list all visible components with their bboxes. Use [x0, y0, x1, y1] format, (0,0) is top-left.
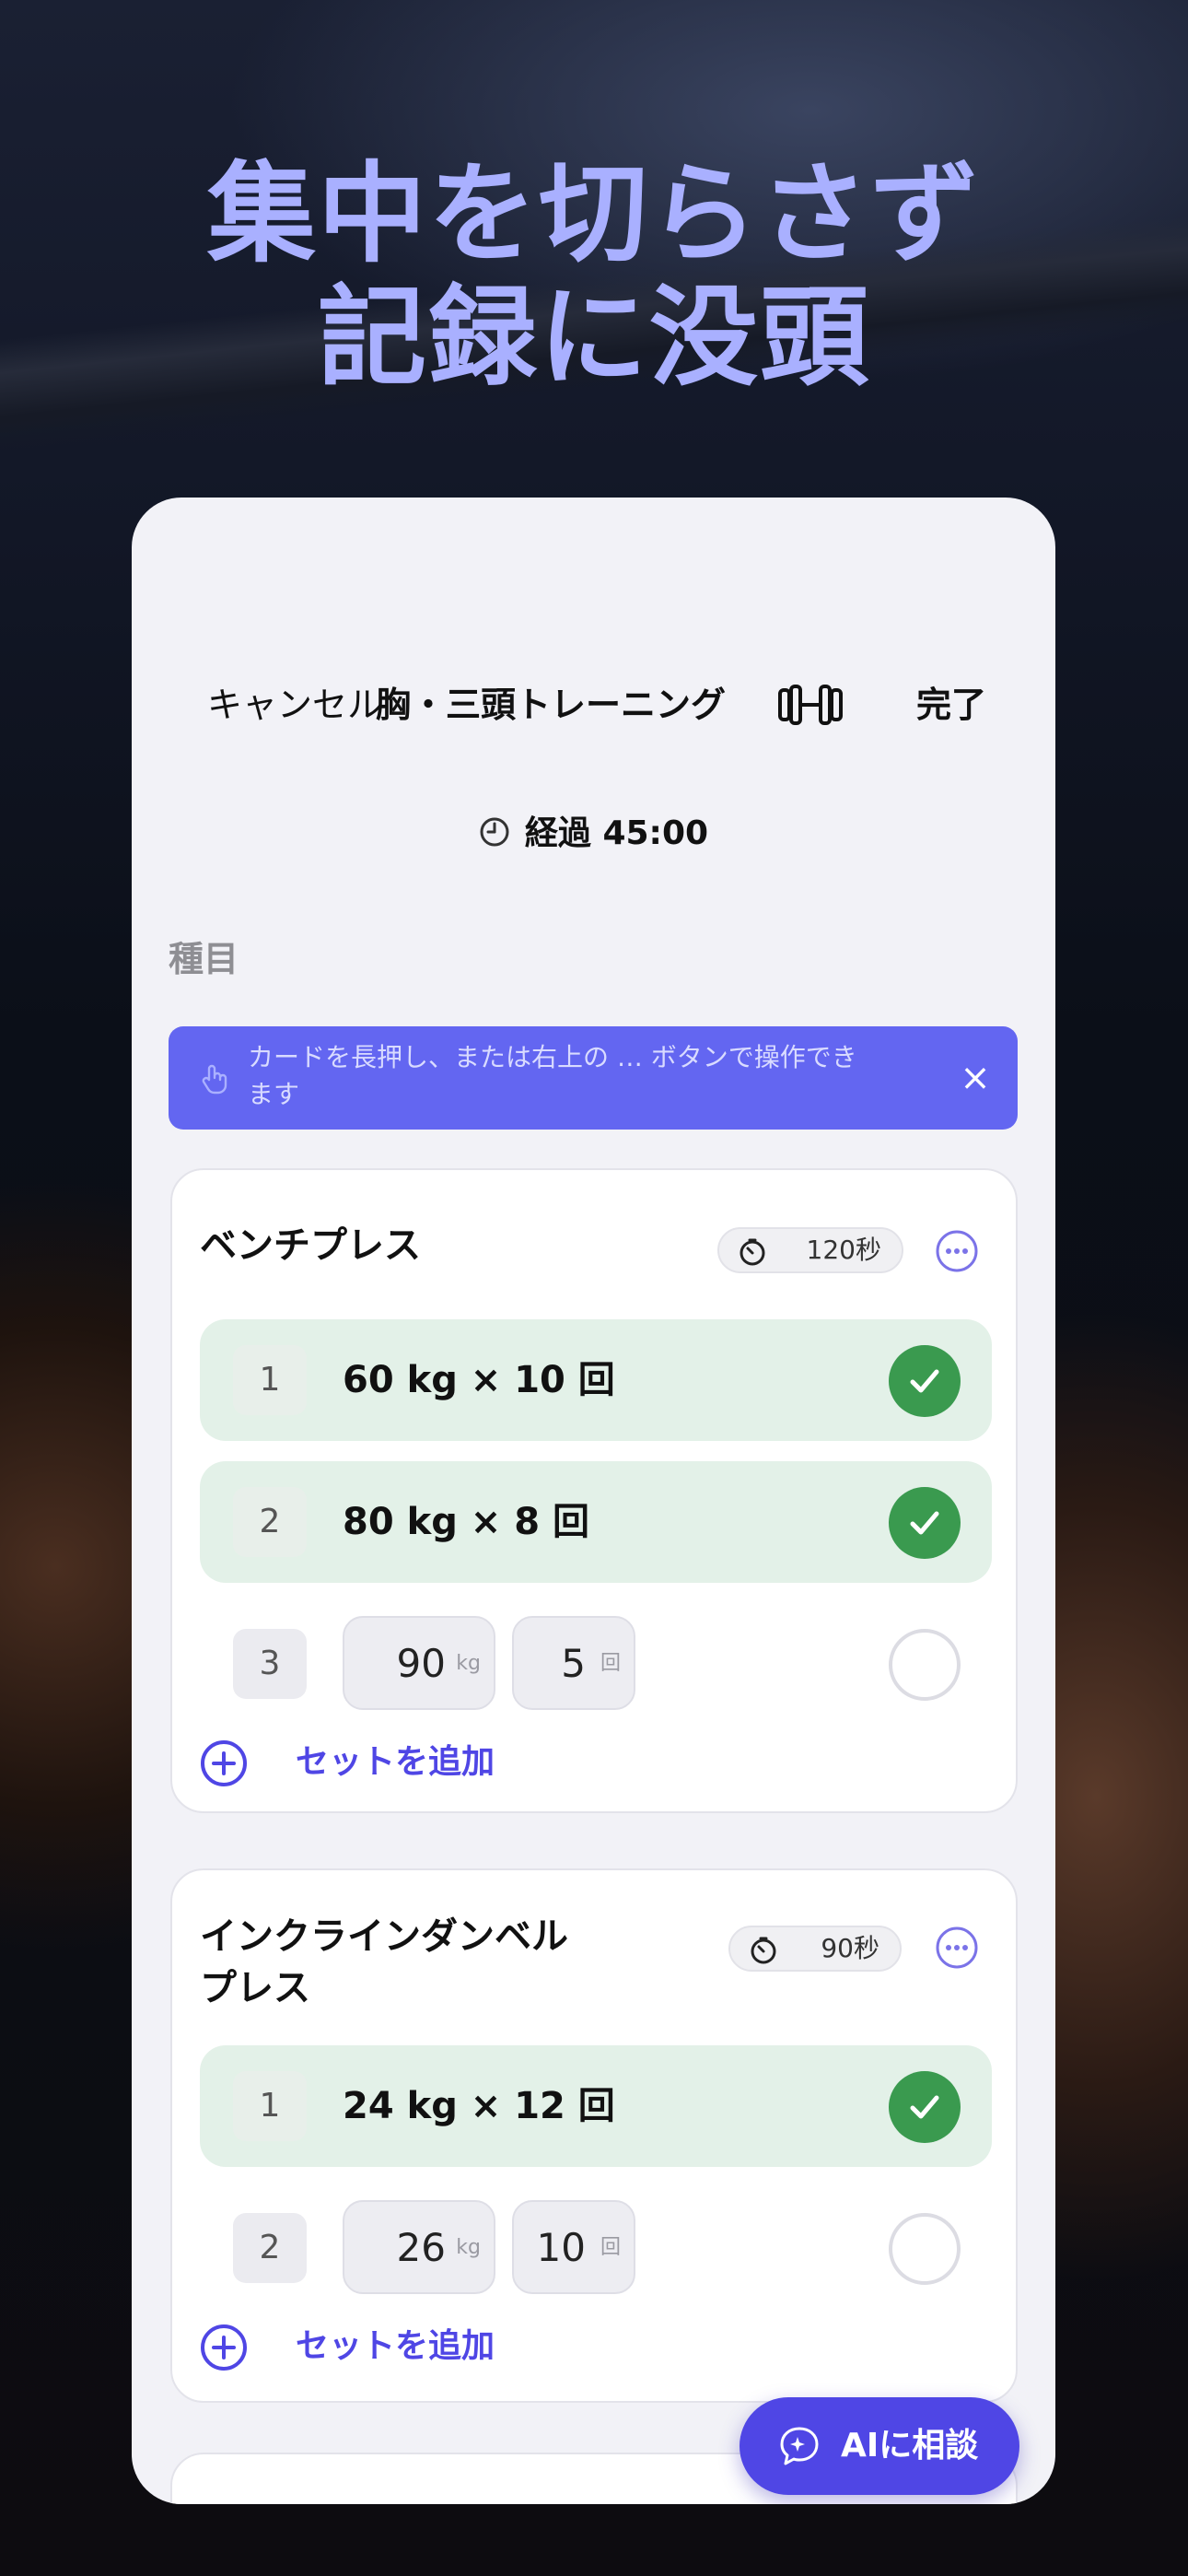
done-button[interactable]: 完了 — [916, 668, 986, 742]
reps-unit: 回 — [600, 2236, 621, 2259]
weight-unit: kg — [456, 1652, 481, 1675]
set-complete-toggle[interactable] — [889, 1345, 961, 1417]
section-label: 種目 — [169, 939, 239, 979]
checkmark-icon — [910, 1369, 939, 1393]
tip-banner: カードを長押し、または右上の … ボタンで操作できます × — [169, 1026, 1018, 1130]
set-complete-toggle[interactable] — [889, 2071, 961, 2143]
set-number: 3 — [233, 1629, 307, 1699]
rest-duration: 90秒 — [821, 1933, 879, 1963]
plus-circle-icon — [201, 1740, 247, 1786]
exercise-name: インクラインダンベル プレス — [200, 1911, 568, 2014]
reps-input[interactable]: 10 回 — [512, 2200, 635, 2294]
set-summary: 80 kg × 8 回 — [343, 1501, 589, 1543]
reps-value: 10 — [536, 2225, 586, 2270]
weight-value: 26 — [396, 2225, 446, 2270]
weight-input[interactable]: 26 kg — [343, 2200, 495, 2294]
page-title: 胸・三頭トレーニング — [376, 685, 727, 725]
set-complete-toggle[interactable] — [889, 1629, 961, 1701]
nav-bar: キャンセル 胸・三頭トレーニング 完了 — [132, 668, 1055, 742]
set-row[interactable]: 2 80 kg × 8 回 — [200, 1461, 992, 1583]
elapsed-time: 経過 45:00 — [132, 806, 1055, 861]
rest-timer-pill[interactable]: 90秒 — [728, 1926, 902, 1972]
set-number: 1 — [233, 2071, 307, 2141]
weight-input[interactable]: 90 kg — [343, 1616, 495, 1710]
headline-line2: 記録に没頭 — [317, 274, 870, 401]
rest-timer-pill[interactable]: 120秒 — [717, 1227, 903, 1273]
clock-icon — [480, 817, 509, 847]
hand-tap-icon — [202, 1064, 227, 1095]
tip-text: カードを長押し、または右上の … ボタンで操作できます — [248, 1042, 857, 1109]
set-number: 1 — [233, 1345, 307, 1415]
weight-unit: kg — [456, 2236, 481, 2259]
cancel-button[interactable]: キャンセル — [207, 668, 382, 742]
ai-consult-label: AIに相談 — [841, 2427, 979, 2465]
set-row: 2 26 kg 10 回 — [200, 2187, 992, 2309]
exercise-name-line1: インクラインダンベル — [200, 1915, 568, 1958]
set-row[interactable]: 1 24 kg × 12 回 — [200, 2045, 992, 2167]
add-set-label: セットを追加 — [296, 2327, 495, 2365]
set-row[interactable]: 1 60 kg × 10 回 — [200, 1319, 992, 1441]
set-number: 2 — [233, 1487, 307, 1557]
set-complete-toggle[interactable] — [889, 2213, 961, 2285]
timer-icon — [751, 1937, 776, 1964]
set-number: 2 — [233, 2213, 307, 2283]
headline: 集中を切らさず 記録に没頭 — [0, 152, 1188, 399]
exercise-card[interactable]: ベンチプレス 120秒 1 60 kg × 10 回 2 80 kg × 8 回 — [170, 1168, 1018, 1813]
more-options-icon[interactable] — [935, 1926, 979, 1970]
weight-value: 90 — [396, 1641, 446, 1686]
exercise-name-line2: プレス — [200, 1967, 310, 2009]
ai-consult-button[interactable]: AIに相談 — [740, 2397, 1019, 2495]
set-summary: 60 kg × 10 回 — [343, 1359, 615, 1401]
set-complete-toggle[interactable] — [889, 1487, 961, 1559]
exercise-name: ベンチプレス — [200, 1224, 421, 1267]
checkmark-icon — [910, 1511, 939, 1535]
headline-line1: 集中を切らさず — [206, 150, 981, 277]
more-options-icon[interactable] — [935, 1229, 979, 1273]
add-set-label: セットを追加 — [296, 1743, 495, 1781]
timer-icon — [740, 1238, 765, 1266]
phone-screen: キャンセル 胸・三頭トレーニング 完了 経過 45:00 種目 カードを長押し、… — [132, 498, 1055, 2504]
close-icon[interactable]: × — [953, 1056, 997, 1100]
rest-duration: 120秒 — [806, 1235, 881, 1265]
set-row: 3 90 kg 5 回 — [200, 1603, 992, 1725]
dumbbell-icon — [778, 685, 843, 725]
elapsed-label: 経過 45:00 — [524, 814, 709, 852]
plus-circle-icon — [201, 2324, 247, 2371]
checkmark-icon — [910, 2095, 939, 2119]
ai-chat-icon — [780, 2427, 819, 2465]
set-summary: 24 kg × 12 回 — [343, 2085, 615, 2127]
exercise-card[interactable]: インクラインダンベル プレス 90秒 1 24 kg × 12 回 2 26 k… — [170, 1868, 1018, 2403]
reps-value: 5 — [561, 1641, 586, 1686]
reps-input[interactable]: 5 回 — [512, 1616, 635, 1710]
reps-unit: 回 — [600, 1652, 621, 1675]
